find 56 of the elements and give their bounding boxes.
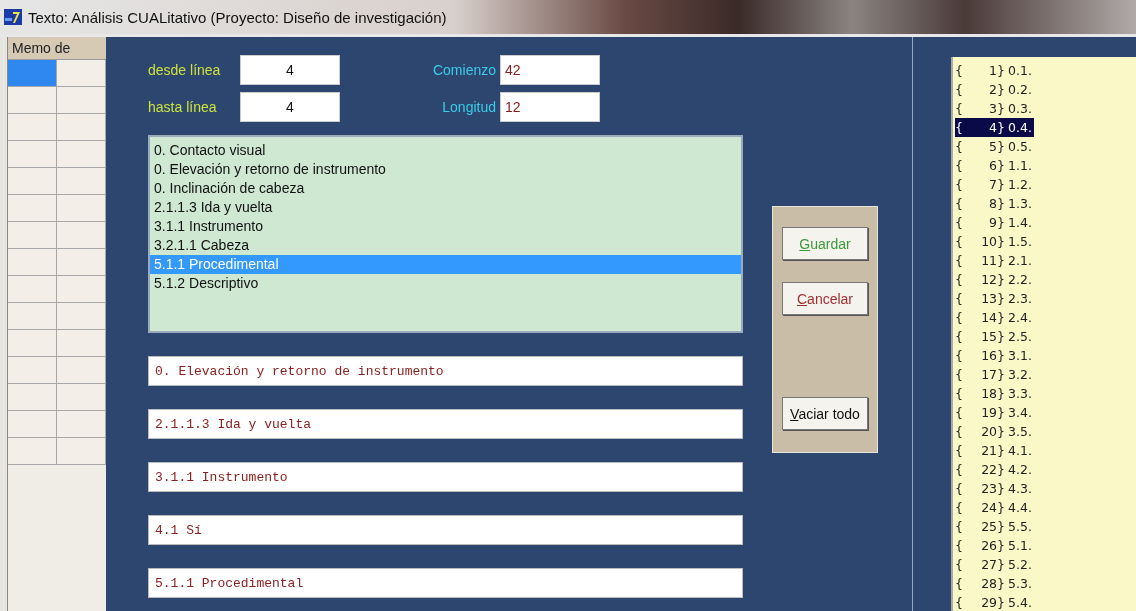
line-item[interactable]: { 21} 4.1.	[955, 441, 1034, 460]
list-item[interactable]: 3.1.1 Instrumento	[150, 217, 741, 236]
line-item[interactable]: { 10} 1.5.	[955, 232, 1034, 251]
list-item[interactable]: 5.1.2 Descriptivo	[150, 274, 741, 293]
field-label: Comienzo	[431, 61, 497, 80]
line-item[interactable]: { 18} 3.3.	[955, 384, 1034, 403]
list-item[interactable]: 3.2.1.1 Cabeza	[150, 236, 741, 255]
line-item[interactable]: { 8} 1.3.	[955, 194, 1034, 213]
app-icon	[4, 9, 22, 25]
action-button[interactable]: Vaciar todo	[782, 397, 868, 430]
line-item[interactable]: { 1} 0.1.	[955, 61, 1034, 80]
list-item[interactable]: 0. Inclinación de cabeza	[150, 179, 741, 198]
line-item[interactable]: { 14} 2.4.	[955, 308, 1034, 327]
code-field[interactable]: 0. Elevación y retorno de instrumento	[148, 356, 743, 386]
grid-cell[interactable]	[8, 60, 57, 86]
line-item[interactable]: { 13} 2.3.	[955, 289, 1034, 308]
line-item[interactable]: { 6} 1.1.	[955, 156, 1034, 175]
input-field[interactable]: 4	[240, 92, 340, 122]
line-item[interactable]: { 5} 0.5.	[955, 137, 1034, 156]
line-item[interactable]: { 9} 1.4.	[955, 213, 1034, 232]
line-item[interactable]: { 4} 0.4.	[955, 118, 1034, 137]
field-label: Longitud	[441, 98, 497, 117]
line-item[interactable]: { 17} 3.2.	[955, 365, 1034, 384]
line-item[interactable]: { 16} 3.1.	[955, 346, 1034, 365]
code-field[interactable]: 3.1.1 Instrumento	[148, 462, 743, 492]
line-item[interactable]: { 25} 5.5.	[955, 517, 1034, 536]
line-item[interactable]: { 11} 2.1.	[955, 251, 1034, 270]
line-item[interactable]: { 12} 2.2.	[955, 270, 1034, 289]
line-item[interactable]: { 15} 2.5.	[955, 327, 1034, 346]
input-field[interactable]: 12	[500, 92, 600, 122]
field-label: hasta línea	[148, 98, 218, 117]
line-item[interactable]: { 26} 5.1.	[955, 536, 1034, 555]
line-item[interactable]: { 28} 5.3.	[955, 574, 1034, 593]
action-button[interactable]: Cancelar	[782, 282, 868, 315]
field-label: desde línea	[148, 61, 222, 80]
line-item[interactable]: { 29} 5.4.	[955, 593, 1034, 611]
line-item[interactable]: { 23} 4.3.	[955, 479, 1034, 498]
column-header: Memo de	[8, 37, 106, 60]
line-item[interactable]: { 24} 4.4.	[955, 498, 1034, 517]
line-item[interactable]: { 27} 5.2.	[955, 555, 1034, 574]
code-field[interactable]: 4.1 Sí	[148, 515, 743, 545]
line-item[interactable]: { 20} 3.5.	[955, 422, 1034, 441]
code-field[interactable]: 2.1.1.3 Ida y vuelta	[148, 409, 743, 439]
line-item[interactable]: { 3} 0.3.	[955, 99, 1034, 118]
code-field[interactable]: 5.1.1 Procedimental	[148, 568, 743, 598]
list-item[interactable]: 0. Elevación y retorno de instrumento	[150, 160, 741, 179]
line-item[interactable]: { 2} 0.2.	[955, 80, 1034, 99]
list-item[interactable]: 2.1.1.3 Ida y vuelta	[150, 198, 741, 217]
line-item[interactable]: { 22} 4.2.	[955, 460, 1034, 479]
list-item[interactable]: 0. Contacto visual	[150, 141, 741, 160]
scrollbar[interactable]	[0, 37, 8, 611]
window-title: Texto: Análisis CUALitativo (Proyecto: Diseño de investigación)	[28, 8, 447, 26]
input-field[interactable]: 42	[500, 55, 600, 85]
line-item[interactable]: { 7} 1.2.	[955, 175, 1034, 194]
input-field[interactable]: 4	[240, 55, 340, 85]
line-item[interactable]: { 19} 3.4.	[955, 403, 1034, 422]
